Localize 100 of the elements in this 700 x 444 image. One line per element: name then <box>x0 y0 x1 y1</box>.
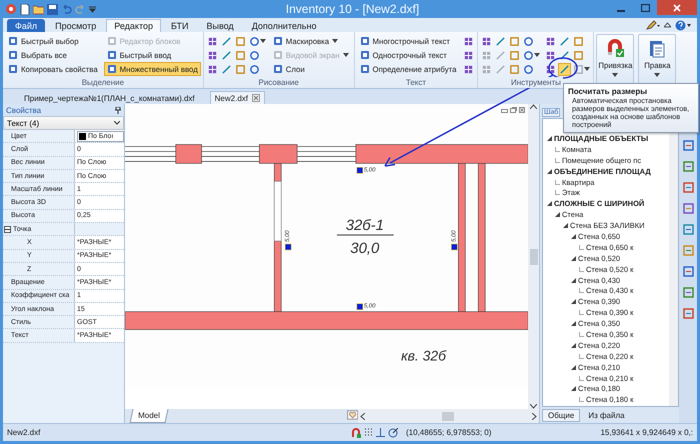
collapse-icon[interactable] <box>571 321 576 326</box>
line-icon <box>220 50 232 60</box>
ortho-icon[interactable] <box>376 428 385 437</box>
collapse-icon[interactable] <box>555 212 560 218</box>
line-icon <box>220 64 232 74</box>
caret-icon <box>332 39 338 43</box>
close-icon[interactable] <box>519 107 525 113</box>
square-icon <box>360 64 370 74</box>
grid-icon <box>481 64 492 74</box>
ribbon-tab[interactable]: Вывод <box>198 19 242 32</box>
close-button[interactable] <box>657 0 697 15</box>
vertical-scrollbar[interactable] <box>528 104 539 409</box>
restore-icon[interactable] <box>510 107 517 113</box>
square-icon <box>360 50 370 60</box>
grid-icon <box>481 50 492 60</box>
collapse-icon[interactable] <box>571 256 576 261</box>
tool-icon[interactable] <box>682 203 694 214</box>
close-icon[interactable] <box>252 94 260 102</box>
tool-button[interactable] <box>522 48 542 62</box>
polar-tracking-icon[interactable] <box>388 428 398 438</box>
square-icon <box>8 36 18 46</box>
clipboard-icon <box>647 38 668 58</box>
grid-icon <box>206 36 218 46</box>
grid-icon <box>463 50 474 60</box>
collapse-icon[interactable] <box>547 168 552 174</box>
app-logo-icon[interactable] <box>5 3 17 15</box>
tool-icon[interactable] <box>682 287 694 298</box>
cursor-coordinates: (10,48655; 6,978553; 0) <box>406 428 492 437</box>
collapse-icon[interactable] <box>547 136 552 141</box>
collapse-icon[interactable] <box>571 386 576 392</box>
tool-icon[interactable] <box>682 224 694 235</box>
scrollbar-thumb[interactable] <box>530 248 538 264</box>
chevron-up-icon[interactable] <box>530 104 537 109</box>
ribbon-tab[interactable]: Просмотр <box>47 19 104 32</box>
ribbon-tab[interactable]: БТИ <box>163 19 196 32</box>
chevron-right-icon[interactable] <box>532 412 537 420</box>
tool-icon[interactable] <box>682 161 694 172</box>
ribbon-tab[interactable]: Дополнительно <box>244 19 324 32</box>
layout-tab[interactable]: Model <box>130 409 168 423</box>
square-icon <box>106 64 117 74</box>
new-file-icon[interactable] <box>20 4 30 14</box>
square-icon <box>573 36 584 46</box>
collapse-icon[interactable] <box>4 226 11 233</box>
tool-button[interactable] <box>248 34 267 48</box>
object-type-dropdown[interactable]: Текст (4) <box>3 116 124 130</box>
chevron-down-icon[interactable] <box>530 404 537 409</box>
tool-button[interactable] <box>522 62 536 76</box>
square-icon <box>234 36 246 46</box>
snap-icon[interactable] <box>351 428 361 438</box>
panel-tab[interactable]: Из файла <box>582 408 631 422</box>
tool-icon[interactable] <box>682 182 694 193</box>
circle-icon <box>523 50 534 60</box>
tool-button[interactable] <box>558 48 572 62</box>
minimize-icon[interactable] <box>501 107 508 113</box>
grip-handle[interactable] <box>284 244 292 250</box>
collapse-icon[interactable] <box>571 278 576 283</box>
grip-handle[interactable] <box>356 303 364 310</box>
tool-icon[interactable] <box>682 245 694 256</box>
collapse-icon[interactable] <box>563 223 568 228</box>
collapse-icon[interactable] <box>547 201 552 206</box>
tooltip-title: Посчитать размеры <box>568 87 648 96</box>
help-icon[interactable] <box>675 20 691 30</box>
folder-icon[interactable] <box>33 4 44 14</box>
line-icon <box>559 50 570 60</box>
horizontal-scrollbar[interactable] <box>358 409 539 423</box>
square-icon <box>8 64 18 74</box>
tool-button[interactable] <box>248 62 261 76</box>
square-icon <box>272 64 283 74</box>
panel-tab[interactable]: Общие <box>542 408 580 422</box>
save-icon[interactable] <box>47 4 58 14</box>
tool-icon[interactable] <box>682 308 694 319</box>
collapse-icon[interactable] <box>571 342 576 348</box>
ribbon-tab[interactable]: Редактор <box>106 19 161 32</box>
tool-button[interactable] <box>522 34 536 48</box>
square-icon <box>509 36 520 46</box>
tool-icon[interactable] <box>682 140 694 151</box>
pin-icon[interactable] <box>115 106 121 114</box>
line-icon <box>559 64 570 74</box>
circle-icon <box>248 36 260 46</box>
grip-handle[interactable] <box>356 167 364 174</box>
collapse-ribbon-icon[interactable] <box>664 22 671 28</box>
collapse-icon[interactable] <box>571 234 576 239</box>
document-tab[interactable]: Пример_чертежа№1(ПЛАН_с_комнатами).dxf <box>19 91 200 104</box>
magnet-icon <box>605 38 626 58</box>
collapse-icon[interactable] <box>571 364 576 370</box>
tool-button[interactable] <box>248 48 261 62</box>
grip-handle[interactable] <box>451 244 458 250</box>
grid-icon <box>206 50 218 60</box>
document-tab[interactable]: New2.dxf <box>210 91 265 104</box>
square-icon <box>573 50 584 60</box>
grid-icon[interactable] <box>364 428 373 437</box>
line-icon <box>220 36 232 46</box>
square-icon <box>106 36 117 46</box>
pencil-icon[interactable] <box>646 20 660 30</box>
customize-menu-icon[interactable] <box>89 5 96 13</box>
file-menu-tab[interactable]: Файл <box>7 19 46 32</box>
chevron-left-icon[interactable] <box>360 412 365 420</box>
collapse-icon[interactable] <box>571 299 576 304</box>
tool-icon[interactable] <box>682 266 694 277</box>
scrollbar-thumb[interactable] <box>442 412 454 420</box>
